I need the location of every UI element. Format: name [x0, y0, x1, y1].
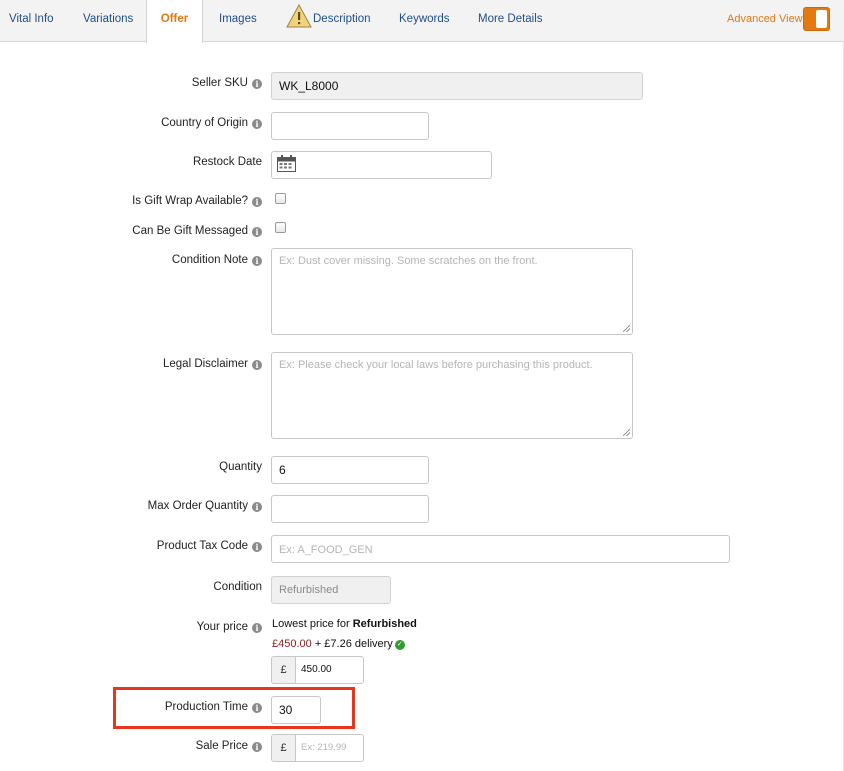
tab-offer[interactable]: Offer [146, 0, 203, 43]
tab-more-details[interactable]: More Details [478, 0, 543, 42]
currency-symbol: £ [272, 735, 296, 761]
sale-price-input[interactable]: £ Ex: 219.99 [271, 734, 364, 762]
tab-images[interactable]: Images [219, 0, 257, 42]
info-icon[interactable]: i [252, 119, 262, 129]
warning-icon [286, 4, 312, 28]
currency-symbol: £ [272, 657, 296, 683]
tab-description[interactable]: Description [313, 0, 371, 42]
gift-wrap-checkbox[interactable] [275, 193, 286, 204]
gift-message-checkbox[interactable] [275, 222, 286, 233]
quantity-field[interactable]: 6 [271, 456, 429, 484]
highlight-box [113, 687, 355, 729]
info-icon[interactable]: i [252, 79, 262, 89]
gift-wrap-label: Is Gift Wrap Available? i [2, 195, 262, 207]
info-icon[interactable]: i [252, 227, 262, 237]
condition-note-label: Condition Note i [2, 254, 262, 266]
product-tax-code-placeholder: Ex: A_FOOD_GEN [279, 544, 373, 556]
resize-handle[interactable] [623, 325, 630, 332]
lowest-price-line: £450.00 + £7.26 delivery ✓ [272, 638, 405, 650]
your-price-input[interactable]: £ 450.00 [271, 656, 364, 684]
info-icon[interactable]: i [252, 360, 262, 370]
info-icon[interactable]: i [252, 256, 262, 266]
condition-label: Condition [213, 581, 262, 593]
info-icon[interactable]: i [252, 742, 262, 752]
checkmark-icon: ✓ [394, 640, 405, 650]
tab-variations[interactable]: Variations [83, 0, 133, 42]
max-order-quantity-field[interactable] [271, 495, 429, 523]
seller-sku-label: Seller SKU i [2, 77, 262, 89]
country-of-origin-field[interactable] [271, 112, 429, 140]
legal-disclaimer-textarea[interactable]: Ex: Please check your local laws before … [271, 352, 633, 439]
quantity-label: Quantity [219, 461, 262, 473]
condition-field[interactable]: Refurbished [271, 576, 391, 604]
restock-date-field[interactable] [271, 151, 492, 179]
product-tax-code-label: Product Tax Code i [2, 540, 262, 552]
legal-disclaimer-label: Legal Disclaimer i [2, 358, 262, 370]
resize-handle[interactable] [623, 429, 630, 436]
sale-price-label: Sale Price i [2, 740, 262, 752]
info-icon[interactable]: i [252, 623, 262, 633]
calendar-icon[interactable] [277, 155, 296, 172]
info-icon[interactable]: i [252, 197, 262, 207]
legal-disclaimer-placeholder: Ex: Please check your local laws before … [279, 359, 593, 371]
toggle-knob [816, 10, 827, 28]
gift-message-label: Can Be Gift Messaged i [2, 225, 262, 237]
max-order-quantity-label: Max Order Quantity i [2, 500, 262, 512]
product-tax-code-field[interactable]: Ex: A_FOOD_GEN [271, 535, 730, 563]
tab-vital-info[interactable]: Vital Info [9, 0, 54, 42]
your-price-label: Your price i [2, 621, 262, 633]
lowest-price-condition: Refurbished [352, 618, 417, 630]
restock-date-label: Restock Date [192, 156, 262, 168]
info-icon[interactable]: i [252, 502, 262, 512]
delivery-cost: + £7.26 delivery [314, 638, 393, 650]
sale-price-placeholder: Ex: 219.99 [301, 742, 347, 753]
lowest-price-note: Lowest price for Refurbished [272, 618, 417, 630]
tab-keywords[interactable]: Keywords [399, 0, 450, 42]
tab-bar: Vital Info Variations Offer Images Descr… [0, 0, 844, 43]
lowest-price-amount: £450.00 [272, 638, 312, 650]
seller-sku-field[interactable]: WK_L8000 [271, 72, 643, 100]
condition-note-placeholder: Ex: Dust cover missing. Some scratches o… [279, 255, 538, 267]
advanced-view-label: Advanced View [727, 13, 803, 25]
condition-note-textarea[interactable]: Ex: Dust cover missing. Some scratches o… [271, 248, 633, 335]
your-price-value: 450.00 [301, 664, 332, 675]
info-icon[interactable]: i [252, 542, 262, 552]
country-of-origin-label: Country of Origin i [2, 117, 262, 129]
advanced-view-toggle[interactable] [803, 7, 830, 31]
